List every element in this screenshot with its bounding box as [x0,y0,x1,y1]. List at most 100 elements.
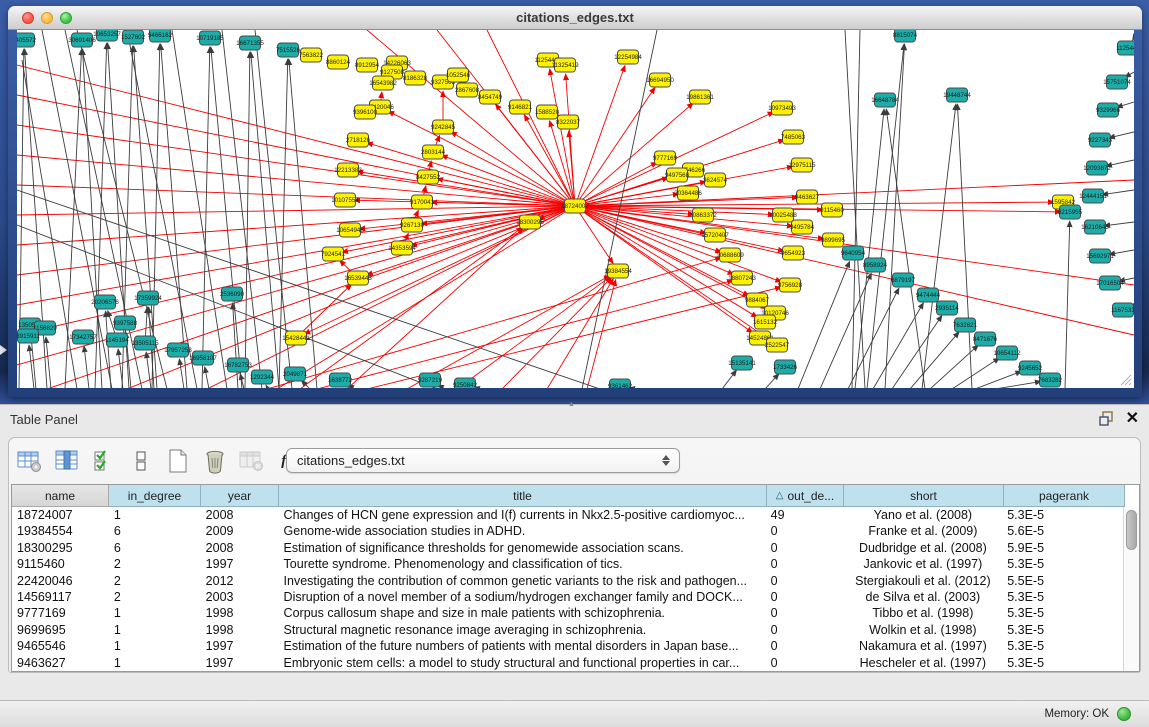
graph-node[interactable]: 8427552 [416,170,441,184]
graph-edge[interactable] [550,69,575,206]
network-window-titlebar[interactable]: citations_edges.txt [8,6,1142,30]
table-cell[interactable]: 5.3E-5 [1002,622,1123,638]
graph-node[interactable]: 16543982 [369,76,397,90]
graph-node[interactable]: 19861361 [686,90,714,104]
graph-node[interactable]: 10107554 [331,193,359,207]
column-header-in-degree[interactable]: in_degree [109,485,201,507]
graph-node[interactable]: 10719185 [196,31,224,45]
graph-node[interactable]: 7683282 [1038,373,1063,387]
table-cell[interactable]: 2 [109,589,201,605]
graph-node[interactable]: 8454749 [478,90,503,104]
table-cell[interactable]: 0 [766,523,843,539]
graph-node[interactable]: 15135141 [728,356,756,370]
graph-edge[interactable] [1109,132,1134,138]
graph-node[interactable]: 2935114 [935,301,959,315]
graph-node[interactable]: 9146821 [508,100,533,114]
graph-node[interactable]: 15692971 [1086,249,1114,263]
graph-node[interactable]: 6879197 [891,273,916,287]
graph-node[interactable]: 12975115 [788,158,816,172]
table-cell[interactable]: 0 [766,540,843,556]
graph-node[interactable]: 9250842 [453,378,478,388]
graph-node[interactable]: 9495784 [790,220,815,234]
graph-node[interactable]: 19448744 [943,88,971,102]
table-cell[interactable]: 0 [766,589,843,605]
table-cell[interactable]: 2008 [201,540,279,556]
table-cell[interactable]: Tourette syndrome. Phenomenology and cla… [279,556,766,572]
memory-status-indicator[interactable] [1117,707,1131,721]
table-cell[interactable]: Structural magnetic resonance image aver… [279,622,766,638]
table-cell[interactable]: 0 [766,638,843,654]
table-cell[interactable]: 5.6E-5 [1002,523,1123,539]
table-cell[interactable]: 1 [109,638,201,654]
table-row[interactable]: 1456911722003Disruption of a novel membe… [12,589,1123,605]
table-cell[interactable]: Changes of HCN gene expression and I(f) … [279,507,766,523]
graph-node[interactable]: 9227343 [1088,133,1113,147]
table-cell[interactable]: 49 [766,507,843,523]
graph-node[interactable]: 9115460 [820,203,844,217]
table-cell[interactable]: 22420046 [12,573,109,589]
graph-edge[interactable] [127,30,197,388]
graph-node[interactable]: 14353594 [388,241,416,255]
graph-node[interactable]: 1292344 [250,370,275,384]
table-cell[interactable]: 5.3E-5 [1002,605,1123,621]
graph-edge[interactable] [798,261,850,388]
graph-node[interactable]: 1527602 [121,30,146,44]
graph-edge[interactable] [205,367,209,388]
graph-node[interactable]: 7632621 [953,318,978,332]
table-cell[interactable]: 0 [766,573,843,589]
graph-node[interactable]: 2049871 [283,367,308,381]
scrollbar-thumb[interactable] [1126,510,1137,550]
graph-edge[interactable] [873,303,923,388]
graph-edge[interactable] [245,52,250,388]
table-cell[interactable]: 5.3E-5 [1002,556,1123,572]
table-cell[interactable]: 5.5E-5 [1002,573,1123,589]
graph-edge[interactable] [575,65,625,206]
graph-edge[interactable] [1133,38,1134,40]
graph-node[interactable]: 2718126 [346,133,371,147]
graph-edge[interactable] [1065,221,1070,388]
table-row[interactable]: 2242004622012Investigating the contribut… [12,573,1123,589]
table-cell[interactable]: 14569117 [12,589,109,605]
graph-node[interactable]: 11325419 [551,58,579,72]
table-cell[interactable]: 6 [109,540,201,556]
graph-edge[interactable] [848,288,899,388]
graph-node[interactable]: 9170041 [410,195,435,209]
table-cell[interactable]: 5.3E-5 [1002,589,1123,605]
graph-node[interactable]: 2522547 [765,338,790,352]
table-cell[interactable]: 5.3E-5 [1002,638,1123,654]
graph-node[interactable]: 10654112 [993,346,1021,360]
table-cell[interactable]: 1 [109,655,201,671]
graph-node[interactable]: 20863372 [689,208,717,222]
table-row[interactable]: 946554611997Estimation of the future num… [12,638,1123,654]
table-cell[interactable]: 1 [109,507,201,523]
graph-node[interactable]: 15428441 [282,331,310,345]
graph-node[interactable]: 8186328 [403,71,428,85]
graph-edge[interactable] [957,104,972,388]
column-header-short[interactable]: short [844,485,1004,507]
graph-node[interactable]: 15751074 [1103,75,1131,89]
graph-node[interactable]: 15720407 [701,228,729,242]
table-cell[interactable]: Wolkin et al. (1998) [843,622,1003,638]
graph-node[interactable]: 9329966 [1096,103,1121,117]
graph-edge[interactable] [407,275,610,388]
table-cell[interactable]: 1997 [201,638,279,654]
column-header-out-de-[interactable]: △out_de... [767,485,844,507]
graph-edge[interactable] [161,44,187,388]
table-cell[interactable]: 1 [109,622,201,638]
graph-node[interactable]: 16782753 [224,358,252,372]
minimize-window-button[interactable] [41,12,53,24]
citation-network-graph[interactable]: 1872400775638228860124891295414226063912… [17,30,1134,388]
graph-node[interactable]: 20364486 [674,186,702,200]
graph-node[interactable]: 7485063 [781,130,806,144]
close-window-button[interactable] [22,12,34,24]
row-options-icon[interactable] [128,448,154,474]
graph-edge[interactable] [202,47,210,388]
table-cell[interactable]: 9463627 [12,655,109,671]
column-header-title[interactable]: title [279,485,767,507]
table-row[interactable]: 1830029562008Estimation of significance … [12,540,1123,556]
table-cell[interactable]: 5.3E-5 [1002,507,1123,523]
table-cell[interactable]: 2012 [201,573,279,589]
close-panel-icon[interactable]: ✕ [1126,412,1139,426]
graph-node[interactable]: 17957253 [164,343,192,357]
table-cell[interactable]: 5.3E-5 [1002,655,1123,671]
